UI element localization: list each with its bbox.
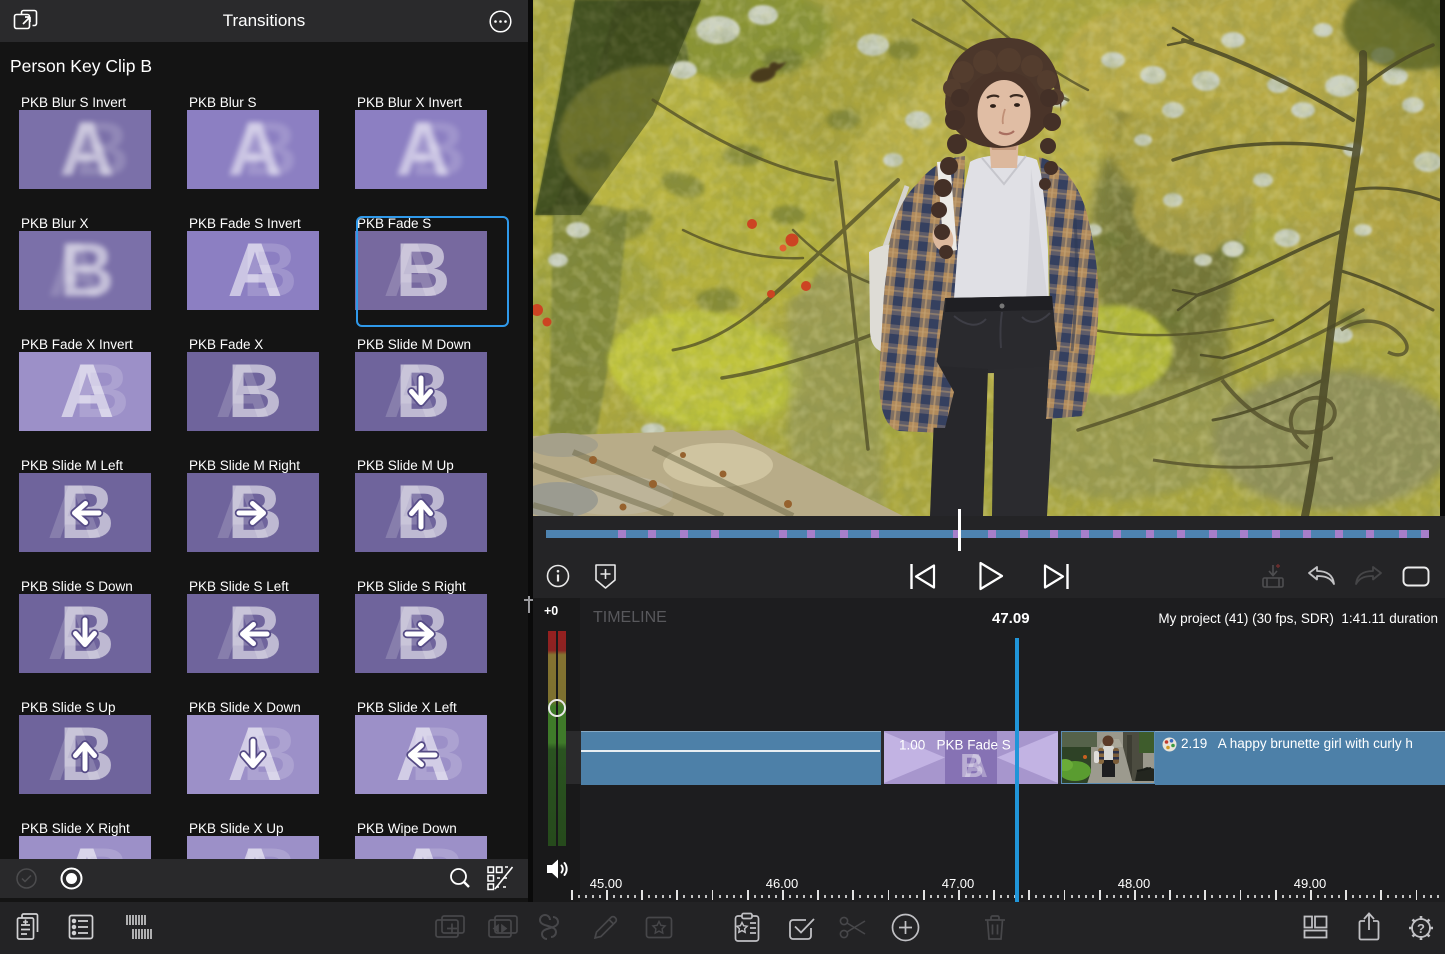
svg-text:?: ?: [1417, 921, 1425, 936]
svg-text:B: B: [960, 747, 984, 784]
svg-text:1.00 PKB Fade S: 1.00 PKB Fade S: [899, 738, 1011, 753]
